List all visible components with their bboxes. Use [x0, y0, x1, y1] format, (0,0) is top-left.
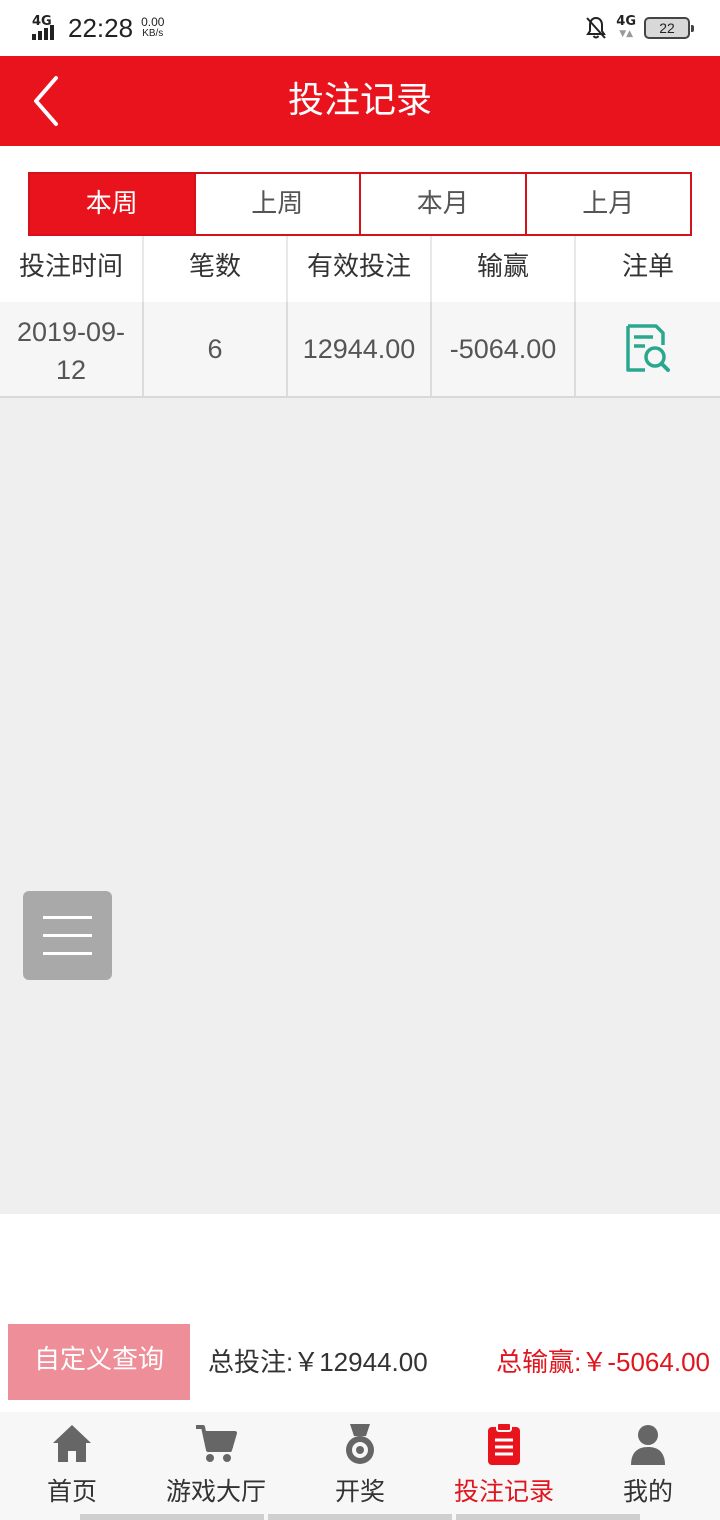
- records-content-area: [0, 398, 720, 1214]
- nav-label-game-hall: 游戏大厅: [165, 1477, 266, 1506]
- nav-item-game-hall[interactable]: 游戏大厅: [144, 1412, 288, 1520]
- tab-last-month[interactable]: 上月: [526, 174, 690, 234]
- cell-count: 6: [144, 302, 288, 396]
- column-header-count: 笔数: [144, 236, 288, 302]
- cell-valid-bet: 12944.00: [288, 302, 432, 396]
- nav-label-home: 首页: [46, 1477, 97, 1506]
- nav-item-home[interactable]: 首页: [0, 1412, 144, 1520]
- status-left: 4G 22:28 0.00 KB/s: [30, 12, 164, 44]
- total-bet-text: 总投注:￥12944.00: [208, 1347, 428, 1377]
- bet-records-table: 投注时间 笔数 有效投注 输赢 注单 2019-09- 12 6 12944.0…: [0, 236, 720, 398]
- total-win-loss-text: 总输赢:￥-5064.00: [496, 1347, 710, 1377]
- battery-level: 22: [659, 20, 675, 36]
- period-tabs: 本周 上周 本月 上月: [28, 172, 692, 236]
- status-bar: 4G 22:28 0.00 KB/s 4G ▼▲ 22: [0, 0, 720, 56]
- nav-label-bet-records: 投注记录: [453, 1477, 554, 1506]
- nav-item-lottery-results[interactable]: 开奖: [288, 1412, 432, 1520]
- signal-icon: 4G: [30, 14, 62, 42]
- document-search-icon[interactable]: [623, 323, 673, 375]
- battery-icon: 22: [644, 17, 694, 39]
- clipboard-icon: [488, 1422, 520, 1465]
- nav-item-bet-records[interactable]: 投注记录: [432, 1412, 576, 1520]
- floating-menu-button[interactable]: [23, 891, 112, 980]
- user-icon: [631, 1425, 665, 1465]
- medal-icon: [346, 1424, 374, 1464]
- column-header-detail: 注单: [621, 252, 674, 282]
- cell-detail[interactable]: [576, 302, 720, 396]
- network-4g-icon: 4G ▼▲: [616, 14, 636, 39]
- tab-this-week[interactable]: 本周: [30, 174, 196, 234]
- status-right: 4G ▼▲ 22: [584, 14, 694, 42]
- custom-query-button[interactable]: 自定义查询: [8, 1324, 190, 1400]
- network-speed: 0.00 KB/s: [141, 15, 165, 39]
- tab-this-month[interactable]: 本月: [361, 174, 527, 234]
- app-header: 投注记录: [0, 56, 720, 146]
- nav-label-lottery-results: 开奖: [334, 1477, 385, 1506]
- page-title: 投注记录: [287, 80, 432, 121]
- bottom-nav: 首页 游戏大厅 开奖 投注记录 我的: [0, 1412, 720, 1520]
- bell-muted-icon: [586, 16, 607, 39]
- nav-label-profile: 我的: [622, 1477, 673, 1506]
- nav-item-profile[interactable]: 我的: [576, 1412, 720, 1520]
- summary-bar: 自定义查询 总投注:￥12944.00 总输赢:￥-5064.00: [0, 1322, 720, 1400]
- cell-bet-time: 2019-09- 12: [0, 302, 144, 396]
- column-header-bet-time: 投注时间: [0, 236, 144, 302]
- cell-win-loss: -5064.00: [432, 302, 576, 396]
- column-header-win-loss: 输赢: [432, 236, 576, 302]
- table-row: 2019-09- 12 6 12944.00 -5064.00: [0, 302, 720, 398]
- clock: 22:28: [68, 12, 134, 43]
- cart-icon: [196, 1425, 237, 1462]
- home-indicator: [80, 1514, 640, 1520]
- column-header-valid-bet: 有效投注: [288, 236, 432, 302]
- home-icon: [53, 1425, 91, 1462]
- table-header: 投注时间 笔数 有效投注 输赢 注单: [0, 236, 720, 302]
- tab-last-week[interactable]: 上周: [195, 174, 361, 234]
